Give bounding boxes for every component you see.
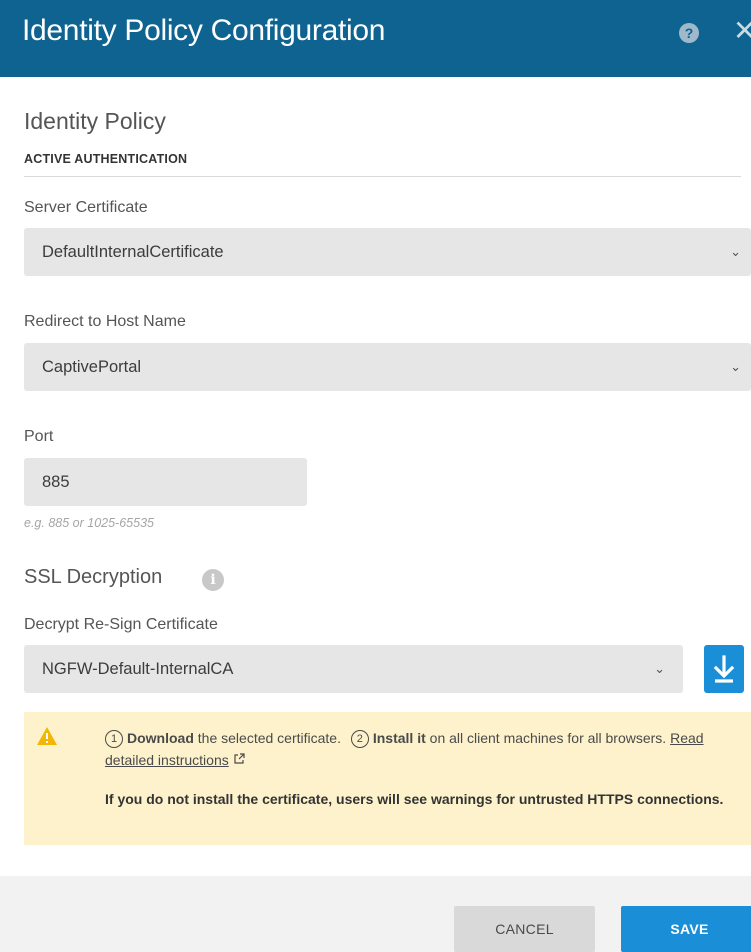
help-icon[interactable]: ? [679, 23, 699, 43]
download-icon [713, 655, 735, 683]
server-certificate-label: Server Certificate [24, 199, 148, 216]
dialog-header: Identity Policy Configuration ? ✕ [0, 0, 751, 77]
port-label: Port [24, 428, 54, 445]
save-button[interactable]: SAVE [621, 906, 751, 952]
resign-certificate-value: NGFW-Default-InternalCA [42, 660, 234, 678]
port-value: 885 [42, 473, 70, 491]
step-install: Install it [372, 730, 426, 746]
identity-policy-title: Identity Policy [24, 108, 166, 134]
ssl-decryption-title: SSL Decryption [24, 566, 163, 588]
server-certificate-select[interactable]: DefaultInternalCertificate ⌄ [24, 228, 751, 276]
step-number: 1 [105, 730, 123, 748]
redirect-host-select[interactable]: CaptivePortal ⌄ [24, 343, 751, 391]
cancel-button[interactable]: CANCEL [454, 906, 595, 952]
warning-box: 1 Download the selected certificate. 2 Ins… [24, 712, 751, 845]
warning-note: If you do not install the certificate, u… [105, 791, 724, 807]
redirect-host-value: CaptivePortal [42, 358, 142, 376]
resign-certificate-select[interactable]: NGFW-Default-InternalCA ⌄ [24, 645, 683, 693]
dialog-title: Identity Policy Configuration [22, 14, 386, 47]
chevron-down-icon: ⌄ [730, 244, 741, 259]
active-authentication-heading: ACTIVE AUTHENTICATION [24, 152, 188, 166]
info-icon[interactable]: i [202, 569, 224, 591]
step-download-text: the selected certificate. [193, 730, 341, 746]
resign-certificate-label: Decrypt Re-Sign Certificate [24, 616, 218, 633]
chevron-down-icon: ⌄ [654, 661, 665, 676]
section-divider [24, 176, 741, 177]
download-certificate-button[interactable] [704, 645, 744, 693]
warning-icon [37, 727, 57, 745]
external-link-icon [233, 750, 245, 772]
chevron-down-icon: ⌄ [730, 359, 741, 374]
step-number: 2 [350, 730, 369, 748]
port-hint: e.g. 885 or 1025-65535 [24, 516, 154, 530]
close-icon[interactable]: ✕ [733, 16, 751, 46]
step-download: Download [127, 730, 194, 746]
step-install-text: on all client machines for all browsers. [425, 730, 671, 746]
server-certificate-value: DefaultInternalCertificate [42, 243, 224, 261]
port-input[interactable]: 885 [24, 458, 307, 506]
redirect-host-label: Redirect to Host Name [24, 313, 186, 330]
warning-instructions: 1 Download the selected certificate. 2 Ins… [105, 727, 705, 772]
